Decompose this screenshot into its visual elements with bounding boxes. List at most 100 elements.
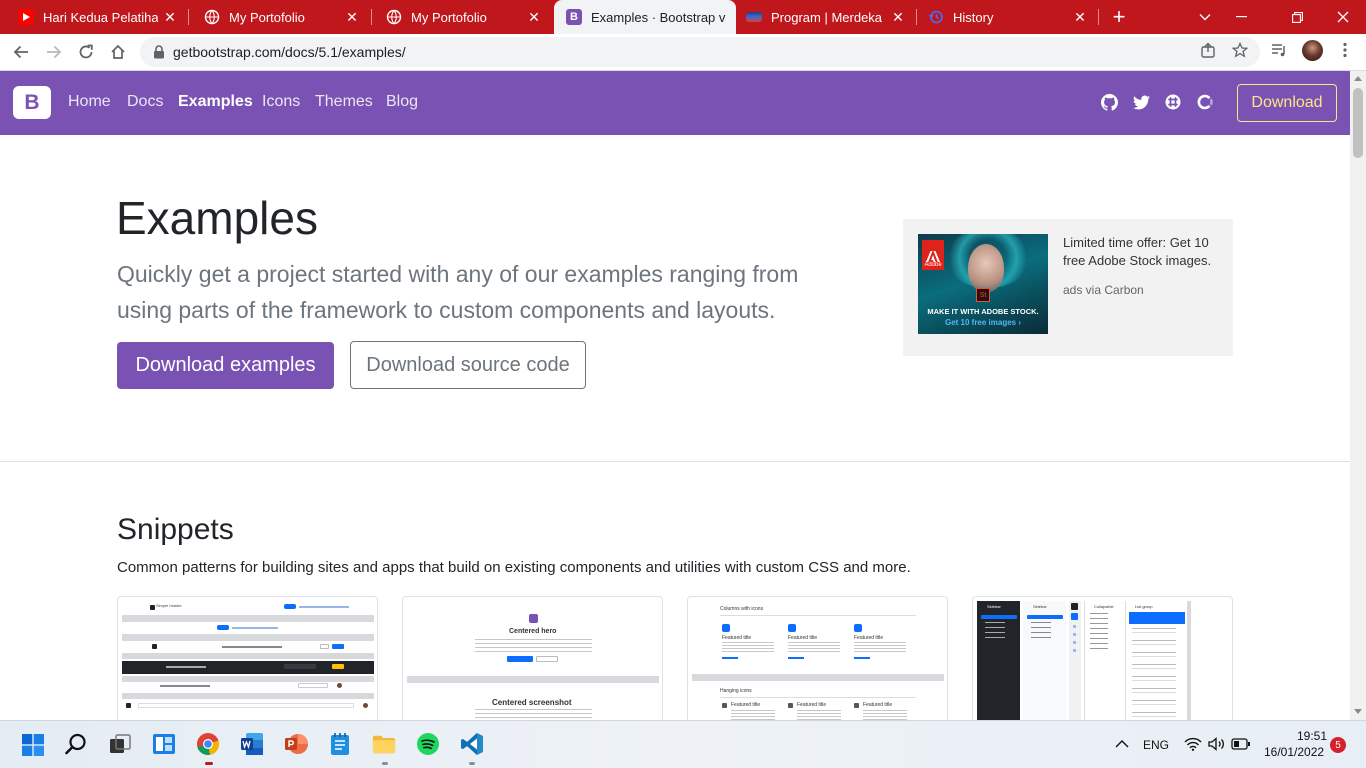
thumb-icon-dots xyxy=(1073,625,1076,655)
thumb-nav xyxy=(232,627,278,629)
lock-icon[interactable] xyxy=(153,45,165,59)
back-button[interactable] xyxy=(7,38,35,66)
github-icon[interactable] xyxy=(1100,93,1118,111)
notepad-icon[interactable] xyxy=(328,732,352,756)
tab-merdeka[interactable]: Program | Merdeka Be ✕ xyxy=(736,0,916,34)
thumb-active-item xyxy=(1129,612,1185,624)
notification-badge[interactable]: 5 xyxy=(1330,737,1346,753)
reading-list-icon[interactable] xyxy=(1270,41,1288,59)
close-icon[interactable]: ✕ xyxy=(1068,9,1092,26)
close-icon[interactable]: ✕ xyxy=(340,9,364,26)
ad-image[interactable]: Adobe St MAKE IT WITH ADOBE STOCK. Get 1… xyxy=(918,234,1048,334)
twitter-icon[interactable] xyxy=(1132,93,1150,111)
close-icon[interactable]: ✕ xyxy=(522,9,546,26)
opencollective-icon[interactable] xyxy=(1196,93,1214,111)
restore-icon[interactable] xyxy=(1282,0,1312,34)
card-label: Hanging icons xyxy=(720,688,752,694)
tab-history[interactable]: History ✕ xyxy=(910,0,1098,34)
thumb-feature-icon xyxy=(722,703,727,708)
url-text[interactable]: getbootstrap.com/docs/5.1/examples/ xyxy=(173,44,406,60)
tab-title: Program | Merdeka Be xyxy=(771,9,886,25)
tab-bootstrap-examples[interactable]: B Examples · Bootstrap v xyxy=(554,0,736,34)
tab-youtube[interactable]: Hari Kedua Pelatihan P ✕ xyxy=(0,0,188,34)
snippet-card-features[interactable]: Columns with icons Featured title Featur… xyxy=(687,596,948,726)
thumb-feature-icon xyxy=(788,703,793,708)
close-icon[interactable]: ✕ xyxy=(158,9,182,26)
adobe-logo-text: Adobe xyxy=(924,262,942,268)
card-label: Collapsible xyxy=(1094,604,1114,609)
battery-icon[interactable] xyxy=(1229,732,1253,756)
language-indicator[interactable]: ENG xyxy=(1143,738,1169,752)
tab-portofolio-2[interactable]: My Portofolio ✕ xyxy=(368,0,552,34)
browser-toolbar: getbootstrap.com/docs/5.1/examples/ xyxy=(0,34,1366,71)
powerpoint-icon[interactable] xyxy=(284,732,308,756)
globe-icon xyxy=(386,9,402,25)
word-icon[interactable] xyxy=(240,732,264,756)
thumb-light-sidebar xyxy=(1023,601,1066,725)
nav-link-examples[interactable]: Examples xyxy=(178,93,253,111)
tab-portofolio-1[interactable]: My Portofolio ✕ xyxy=(186,0,370,34)
home-button[interactable] xyxy=(104,38,132,66)
slack-icon[interactable] xyxy=(1164,93,1182,111)
close-window-icon[interactable] xyxy=(1328,0,1358,34)
tab-title: Examples · Bootstrap v xyxy=(591,9,726,25)
snippet-card-sidebars[interactable]: Sidebar Sidebar Collapsible List group xyxy=(972,596,1233,726)
nav-link-icons[interactable]: Icons xyxy=(262,93,300,111)
nav-link-themes[interactable]: Themes xyxy=(315,93,373,111)
card-label: Centered hero xyxy=(509,628,557,635)
minimize-icon[interactable] xyxy=(1226,0,1256,34)
clock-time[interactable]: 19:51 xyxy=(1297,729,1327,743)
bookmark-star-icon[interactable] xyxy=(1231,41,1249,59)
address-bar[interactable]: getbootstrap.com/docs/5.1/examples/ xyxy=(140,37,1260,67)
chevron-up-icon[interactable] xyxy=(1110,732,1134,756)
task-view-icon[interactable] xyxy=(108,732,132,756)
globe-icon xyxy=(204,9,220,25)
snippet-card-headers[interactable]: Simple header xyxy=(117,596,378,726)
menu-dots-icon[interactable] xyxy=(1336,41,1354,59)
ad-via-link[interactable]: ads via Carbon xyxy=(1063,283,1144,297)
bootstrap-icon: B xyxy=(566,9,582,25)
site-navbar: B Home Docs Examples Icons Themes Blog D… xyxy=(0,71,1350,135)
thumb-bar xyxy=(407,676,659,683)
card-label: Simple header xyxy=(156,603,182,608)
thumb-link xyxy=(788,657,804,659)
nav-link-home[interactable]: Home xyxy=(68,93,111,111)
nav-link-docs[interactable]: Docs xyxy=(127,93,163,111)
scroll-down-arrow[interactable] xyxy=(1354,709,1362,714)
download-examples-button[interactable]: Download examples xyxy=(117,342,334,389)
carbon-ad: Adobe St MAKE IT WITH ADOBE STOCK. Get 1… xyxy=(903,219,1233,356)
spotify-icon[interactable] xyxy=(416,732,440,756)
thumb-btn xyxy=(320,644,329,649)
ad-text-link[interactable]: Limited time offer: Get 10 free Adobe St… xyxy=(1063,234,1223,270)
ad-portrait xyxy=(968,244,1004,292)
download-source-button[interactable]: Download source code xyxy=(350,341,586,389)
new-tab-button[interactable]: + xyxy=(1106,0,1132,34)
clock-date[interactable]: 16/01/2022 xyxy=(1264,745,1324,759)
widgets-icon[interactable] xyxy=(152,732,176,756)
share-icon[interactable] xyxy=(1199,41,1217,59)
thumb-link xyxy=(722,657,738,659)
wifi-icon[interactable] xyxy=(1181,732,1205,756)
thumb-active-item xyxy=(981,615,1017,619)
scroll-up-arrow[interactable] xyxy=(1354,76,1362,81)
start-icon[interactable] xyxy=(21,733,45,757)
download-button[interactable]: Download xyxy=(1237,84,1337,122)
thumb-feature-icon xyxy=(722,624,730,632)
page-scrollbar[interactable] xyxy=(1350,71,1366,720)
snippet-card-heroes[interactable]: Centered hero Centered screenshot xyxy=(402,596,663,726)
close-icon[interactable]: ✕ xyxy=(886,9,910,26)
scrollbar-thumb[interactable] xyxy=(1353,88,1363,158)
search-icon[interactable] xyxy=(64,732,88,756)
chrome-icon[interactable] xyxy=(196,732,220,756)
reload-button[interactable] xyxy=(72,38,100,66)
tab-title: My Portofolio xyxy=(411,9,487,25)
bootstrap-logo[interactable]: B xyxy=(13,86,51,119)
nav-link-blog[interactable]: Blog xyxy=(386,93,418,111)
vscode-icon[interactable] xyxy=(460,732,484,756)
profile-avatar[interactable] xyxy=(1302,40,1323,61)
file-explorer-icon[interactable] xyxy=(372,732,396,756)
volume-icon[interactable] xyxy=(1205,732,1229,756)
forward-button[interactable] xyxy=(40,38,68,66)
tab-search-icon[interactable] xyxy=(1194,0,1216,34)
thumb-nav xyxy=(222,646,282,648)
